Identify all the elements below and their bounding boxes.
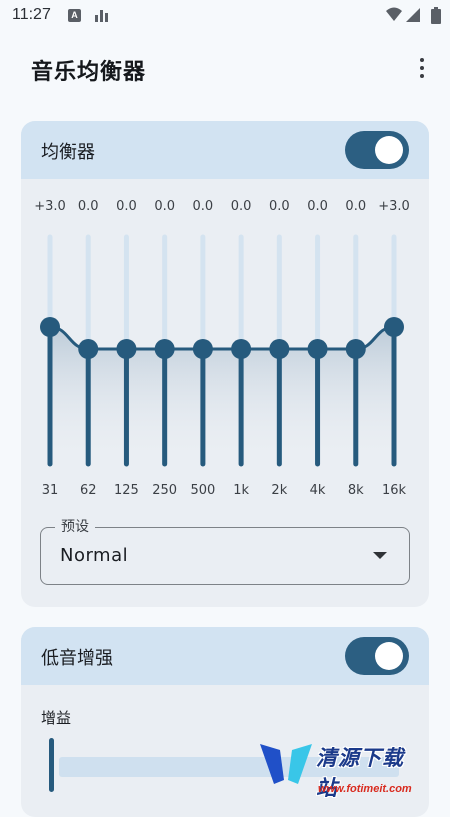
- equalizer-toggle[interactable]: [345, 131, 409, 169]
- band-handle-500: [192, 339, 213, 359]
- dropdown-caret-icon: [373, 552, 387, 559]
- band-handle-31: [40, 317, 60, 337]
- band-frequency-62: 62: [79, 483, 97, 498]
- band-frequency-125: 125: [114, 483, 139, 498]
- gain-label: 增益: [41, 709, 72, 727]
- band-frequency-250: 250: [152, 483, 178, 498]
- equalizer-card-header: 均衡器: [21, 121, 429, 179]
- watermark: 清源下载站 www.fotimeit.com: [258, 738, 418, 800]
- band-frequency-4k: 4k: [309, 483, 326, 498]
- band-handle-1k: [231, 339, 252, 359]
- band-frequency-16k: 16k: [381, 483, 407, 498]
- preset-label: 预设: [55, 516, 95, 536]
- band-handle-16k: [384, 317, 404, 337]
- band-frequency-31: 31: [41, 483, 59, 498]
- bass-boost-title: 低音增强: [41, 648, 113, 669]
- equalizer-graph: [40, 234, 404, 467]
- status-time: 11:27: [12, 6, 51, 23]
- band-frequency-1k: 1k: [233, 483, 250, 498]
- band-handle-2k: [269, 339, 290, 359]
- band-handle-125: [116, 339, 137, 359]
- status-bar: 11:27 A: [0, 0, 450, 32]
- page-title: 音乐均衡器: [31, 60, 147, 85]
- notification-a-icon: A: [68, 9, 81, 22]
- bass-boost-card-header: 低音增强: [21, 627, 429, 685]
- signal-bars-icon: [95, 10, 108, 22]
- band-handle-62: [78, 339, 99, 359]
- watermark-url: www.fotimeit.com: [318, 783, 412, 795]
- band-handle-250: [154, 339, 175, 359]
- band-frequency-2k: 2k: [271, 483, 288, 498]
- wifi-icon: [386, 7, 402, 21]
- preset-dropdown[interactable]: 预设 Normal: [40, 516, 410, 585]
- cellular-icon: [406, 8, 420, 22]
- band-frequency-500: 500: [190, 483, 216, 498]
- preset-value: Normal: [60, 545, 129, 566]
- equalizer-title: 均衡器: [41, 142, 95, 163]
- band-frequencies: 31 62 125 250 500 1k 2k 4k 8k 16k: [21, 483, 429, 503]
- bass-boost-toggle[interactable]: [345, 637, 409, 675]
- battery-icon: [431, 7, 441, 24]
- toggle-knob: [375, 136, 403, 164]
- toggle-knob: [375, 642, 403, 670]
- eq-curve: [49, 325, 395, 351]
- watermark-logo-icon: [260, 744, 312, 784]
- gain-slider-thumb[interactable]: [49, 738, 54, 792]
- band-handle-8k: [345, 339, 366, 359]
- equalizer-card: 均衡器 +3.0 0.0 0.0 0.0 0.0 0.0 0.0 0.0 0.0 +3.0 31 6…: [21, 121, 429, 607]
- band-frequency-8k: 8k: [347, 483, 364, 498]
- band-handle-4k: [307, 339, 328, 359]
- more-options-icon[interactable]: [412, 58, 432, 84]
